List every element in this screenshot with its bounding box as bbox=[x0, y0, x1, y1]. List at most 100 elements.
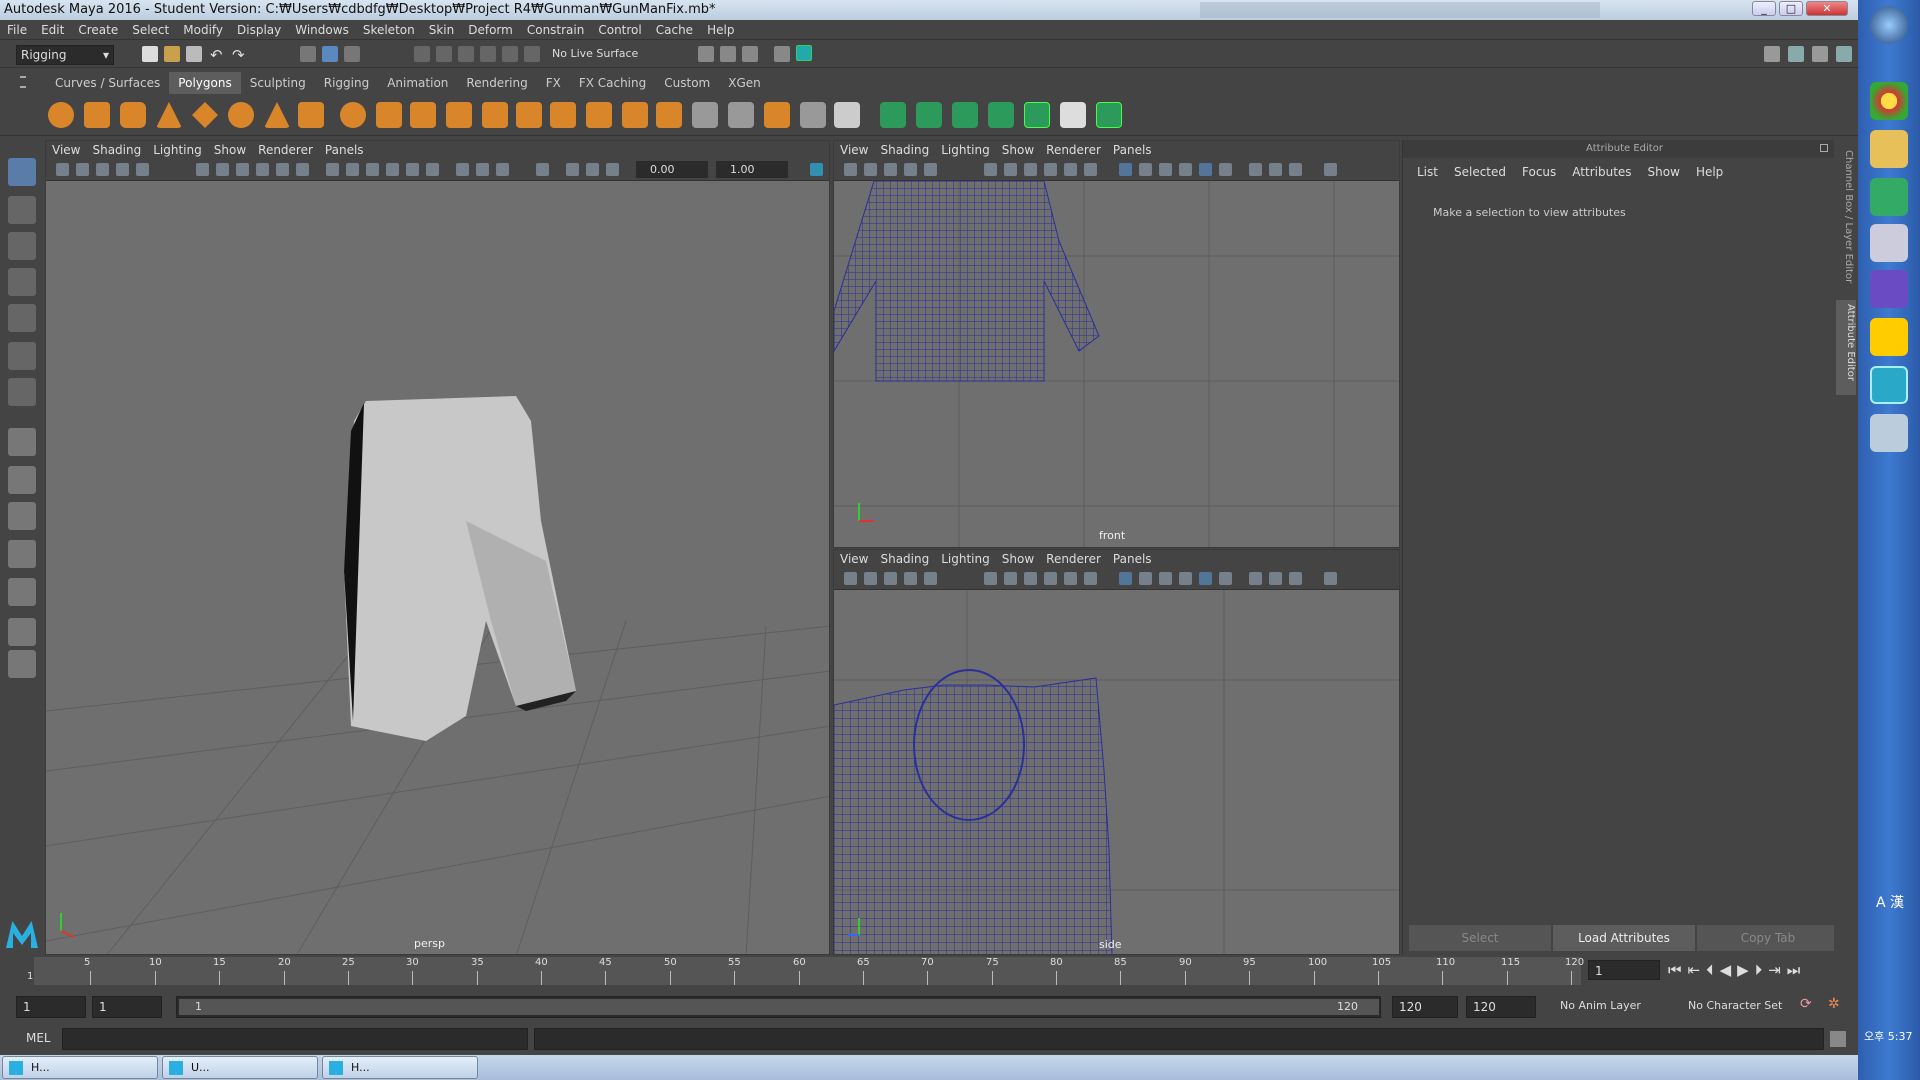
snap-view-icon[interactable] bbox=[480, 46, 496, 62]
isolate-select-icon[interactable] bbox=[1324, 163, 1337, 176]
uv-editor-icon[interactable] bbox=[880, 102, 906, 128]
safe-action-icon[interactable] bbox=[296, 163, 309, 176]
graph-layout-icon[interactable] bbox=[8, 578, 36, 606]
hypershade-icon[interactable] bbox=[796, 45, 812, 61]
snap-grid-icon[interactable] bbox=[414, 46, 430, 62]
attribute-editor-toggle-icon[interactable] bbox=[1788, 46, 1804, 62]
anim-start-field[interactable]: 1 bbox=[16, 996, 86, 1018]
poly-cone-icon[interactable] bbox=[156, 102, 182, 128]
image-plane-icon[interactable] bbox=[904, 163, 917, 176]
gate-mask-icon[interactable] bbox=[256, 163, 269, 176]
uv-auto-icon[interactable] bbox=[916, 102, 942, 128]
tab-fx[interactable]: FX bbox=[537, 72, 570, 94]
time-slider[interactable]: 5 10 15 20 25 30 35 40 45 50 55 60 65 70 75 80 85 90 95 10… bbox=[0, 955, 1858, 987]
xray-joints-icon[interactable] bbox=[476, 163, 489, 176]
target-weld-icon[interactable] bbox=[764, 102, 790, 128]
film-gate-icon[interactable] bbox=[216, 163, 229, 176]
field-chart-icon[interactable] bbox=[1064, 572, 1077, 585]
isolate-select-icon[interactable] bbox=[1324, 572, 1337, 585]
mirror-icon[interactable] bbox=[800, 102, 826, 128]
menu-constrain[interactable]: Constrain bbox=[520, 20, 592, 40]
field-chart-icon[interactable] bbox=[276, 163, 289, 176]
menu-file[interactable]: File bbox=[0, 20, 34, 40]
lasso-tool-icon[interactable] bbox=[8, 196, 36, 224]
anim-end-field[interactable]: 120 bbox=[1466, 996, 1536, 1018]
vp-menu-lighting[interactable]: Lighting bbox=[935, 141, 996, 159]
paint-select-icon[interactable] bbox=[8, 232, 36, 260]
bridge-icon[interactable] bbox=[516, 102, 542, 128]
two-view-layout-icon[interactable] bbox=[8, 502, 36, 530]
color-management-icon[interactable] bbox=[810, 163, 823, 176]
field-chart-icon[interactable] bbox=[1064, 163, 1077, 176]
combine-icon[interactable] bbox=[340, 102, 366, 128]
use-lights-icon[interactable] bbox=[406, 163, 419, 176]
outliner-layout-icon[interactable] bbox=[8, 540, 36, 568]
redo-icon[interactable]: ↷ bbox=[232, 46, 248, 64]
xray-icon[interactable] bbox=[456, 163, 469, 176]
four-view-layout-icon[interactable] bbox=[8, 466, 36, 494]
maximize-button[interactable]: □ bbox=[1779, 1, 1803, 16]
wireframe-icon[interactable] bbox=[326, 163, 339, 176]
shadows-icon[interactable] bbox=[1219, 163, 1232, 176]
menu-modify[interactable]: Modify bbox=[176, 20, 230, 40]
grease-pencil-icon[interactable] bbox=[924, 572, 937, 585]
menu-create[interactable]: Create bbox=[71, 20, 125, 40]
new-scene-icon[interactable] bbox=[142, 46, 158, 62]
step-back-icon[interactable]: ⏴ bbox=[1706, 961, 1720, 979]
uv-cut-icon[interactable] bbox=[952, 102, 978, 128]
open-scene-icon[interactable] bbox=[164, 46, 180, 62]
safe-action-icon[interactable] bbox=[1084, 572, 1097, 585]
tab-fx-caching[interactable]: FX Caching bbox=[570, 72, 655, 94]
modeling-toolkit-icon[interactable] bbox=[1764, 46, 1780, 62]
chrome-icon[interactable] bbox=[1870, 82, 1908, 120]
visual-studio-icon[interactable] bbox=[1870, 270, 1908, 308]
tab-xgen[interactable]: XGen bbox=[719, 72, 770, 94]
attribute-editor-tab[interactable]: Attribute Editor bbox=[1836, 300, 1856, 395]
character-set-dropdown[interactable]: No Character Set bbox=[1688, 999, 1782, 1012]
textured-icon[interactable] bbox=[1179, 572, 1192, 585]
shadows-icon[interactable] bbox=[1219, 572, 1232, 585]
anti-alias-icon[interactable] bbox=[606, 163, 619, 176]
scale-tool-icon[interactable] bbox=[8, 342, 36, 370]
film-gate-icon[interactable] bbox=[1004, 163, 1017, 176]
menuset-dropdown[interactable]: Rigging ▾ bbox=[16, 45, 114, 65]
vp-menu-shading[interactable]: Shading bbox=[86, 141, 147, 159]
preferences-icon[interactable]: ✲ bbox=[1828, 996, 1846, 1014]
load-attributes-button[interactable]: Load Attributes bbox=[1553, 925, 1695, 951]
auto-key-icon[interactable]: ⟳ bbox=[1800, 996, 1818, 1014]
play-back-icon[interactable]: ◀ bbox=[1720, 961, 1738, 979]
tab-curves-surfaces[interactable]: Curves / Surfaces bbox=[46, 72, 169, 94]
snap-surface-icon[interactable] bbox=[502, 46, 518, 62]
film-gate-icon[interactable] bbox=[1004, 572, 1017, 585]
notepad-icon[interactable] bbox=[1870, 414, 1908, 452]
vp-menu-lighting[interactable]: Lighting bbox=[147, 141, 208, 159]
menu-display[interactable]: Display bbox=[230, 20, 288, 40]
camera-attr-icon[interactable] bbox=[76, 163, 89, 176]
vp-menu-renderer[interactable]: Renderer bbox=[1040, 141, 1107, 159]
boolean-icon[interactable] bbox=[482, 102, 508, 128]
gamma-field[interactable]: 1.00 bbox=[716, 161, 788, 178]
close-button[interactable]: ✕ bbox=[1806, 1, 1848, 16]
poly-sphere-icon[interactable] bbox=[48, 102, 74, 128]
universal-manip-icon[interactable] bbox=[8, 378, 36, 406]
goto-end-icon[interactable]: ⏭ bbox=[1787, 961, 1807, 979]
magnet-icon[interactable] bbox=[524, 46, 540, 62]
uv-unfold-icon[interactable] bbox=[1024, 102, 1050, 128]
extrude-icon[interactable] bbox=[550, 102, 576, 128]
shadows-icon[interactable] bbox=[426, 163, 439, 176]
float-icon[interactable] bbox=[1820, 144, 1828, 152]
tool-settings-icon[interactable] bbox=[1812, 46, 1828, 62]
textured-icon[interactable] bbox=[1179, 163, 1192, 176]
bookmark-icon[interactable] bbox=[884, 163, 897, 176]
use-lights-icon[interactable] bbox=[1199, 163, 1212, 176]
attr-menu-attributes[interactable]: Attributes bbox=[1564, 162, 1639, 182]
play-forward-icon[interactable]: ▶ bbox=[1737, 961, 1755, 979]
command-input[interactable] bbox=[62, 1028, 528, 1050]
backface-icon[interactable] bbox=[1289, 163, 1302, 176]
bevel-icon[interactable] bbox=[586, 102, 612, 128]
menu-deform[interactable]: Deform bbox=[461, 20, 520, 40]
select-tool-icon[interactable] bbox=[8, 158, 36, 186]
image-plane-icon[interactable] bbox=[904, 572, 917, 585]
tab-animation[interactable]: Animation bbox=[378, 72, 457, 94]
poly-plane-icon[interactable] bbox=[192, 102, 218, 128]
